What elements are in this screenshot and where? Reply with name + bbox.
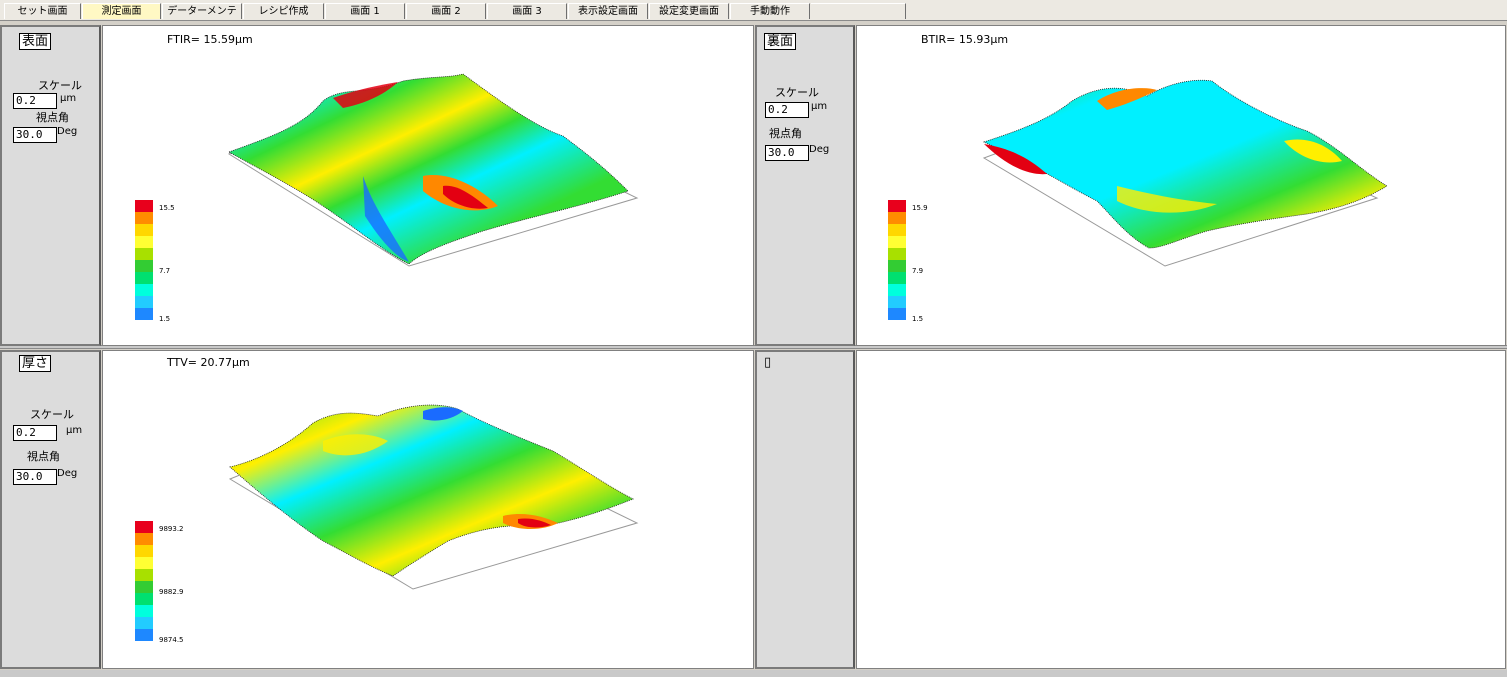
- front-scale-input[interactable]: 0.2: [13, 93, 57, 109]
- thickness-scale-label: スケール: [30, 408, 74, 421]
- tab-screen-3[interactable]: 画面 3: [487, 3, 567, 19]
- thickness-legend-max: 9893.2: [159, 525, 184, 533]
- front-angle-input[interactable]: 30.0: [13, 127, 57, 143]
- back-scale-unit: μm: [811, 101, 828, 112]
- front-angle-unit: Deg: [57, 126, 78, 137]
- front-scale-label: スケール: [38, 79, 82, 92]
- thickness-scale-input[interactable]: 0.2: [13, 425, 57, 441]
- back-angle-input[interactable]: 30.0: [765, 145, 809, 161]
- front-legend-max: 15.5: [159, 204, 175, 212]
- thickness-angle-input[interactable]: 30.0: [13, 469, 57, 485]
- front-title-button[interactable]: 表面: [19, 33, 52, 50]
- front-legend-min: 1.5: [159, 315, 171, 323]
- empty-plot-area: [856, 350, 1506, 669]
- thickness-legend-min: 9874.5: [159, 636, 184, 644]
- tab-manual-operation[interactable]: 手動動作: [730, 3, 810, 19]
- back-angle-unit: Deg: [809, 144, 830, 155]
- front-settings-panel: 表面 スケール 0.2 μm 視点角 30.0 Deg: [0, 25, 101, 346]
- empty-title-marker: ▯: [764, 355, 772, 370]
- back-title-button[interactable]: 裏面: [764, 33, 797, 50]
- tab-screen-1[interactable]: 画面 1: [325, 3, 405, 19]
- bottom-status-strip: [0, 670, 1507, 677]
- tab-settings-change[interactable]: 設定変更画面: [649, 3, 729, 19]
- tab-data-maintenance[interactable]: データーメンテ: [162, 3, 242, 19]
- tab-set-screen[interactable]: セット画面: [4, 3, 81, 19]
- back-settings-panel: 裏面 スケール 0.2 μm 視点角 30.0 Deg: [755, 25, 855, 346]
- back-angle-label: 視点角: [769, 127, 802, 140]
- tab-recipe-create[interactable]: レシピ作成: [243, 3, 324, 19]
- tab-screen-2[interactable]: 画面 2: [406, 3, 486, 19]
- empty-settings-panel: ▯: [755, 350, 855, 669]
- thickness-angle-label: 視点角: [27, 450, 60, 463]
- tab-bar: セット画面 測定画面 データーメンテ レシピ作成 画面 1 画面 2 画面 3 …: [0, 0, 1507, 21]
- thickness-scale-unit: μm: [66, 425, 83, 436]
- thickness-surface-plot: TTV= 20.77μm 9893.2 9882.9 9874.5: [102, 350, 754, 669]
- thickness-legend-mid: 9882.9: [159, 588, 184, 596]
- front-surface-plot: FTIR= 15.59μm 15.5 7.7 1.5: [102, 25, 754, 346]
- thickness-title-button[interactable]: 厚さ: [19, 355, 52, 372]
- front-color-legend: [135, 200, 153, 320]
- back-scale-input[interactable]: 0.2: [765, 102, 809, 118]
- back-scale-label: スケール: [775, 86, 819, 99]
- thickness-angle-unit: Deg: [57, 468, 78, 479]
- front-legend-mid: 7.7: [159, 267, 171, 275]
- thickness-color-legend: [135, 521, 153, 641]
- front-angle-label: 視点角: [36, 111, 69, 124]
- tab-blank: [811, 3, 906, 19]
- back-surface-plot: BTIR= 15.93μm 15.9 7.9 1.5: [856, 25, 1506, 346]
- front-scale-unit: μm: [60, 93, 77, 104]
- tab-display-settings[interactable]: 表示設定画面: [568, 3, 648, 19]
- back-legend-mid: 7.9: [912, 267, 924, 275]
- back-legend-max: 15.9: [912, 204, 928, 212]
- thickness-settings-panel: 厚さ スケール 0.2 μm 視点角 30.0 Deg: [0, 350, 101, 669]
- tab-measure-screen[interactable]: 測定画面: [82, 3, 161, 19]
- back-legend-min: 1.5: [912, 315, 924, 323]
- back-color-legend: [888, 200, 906, 320]
